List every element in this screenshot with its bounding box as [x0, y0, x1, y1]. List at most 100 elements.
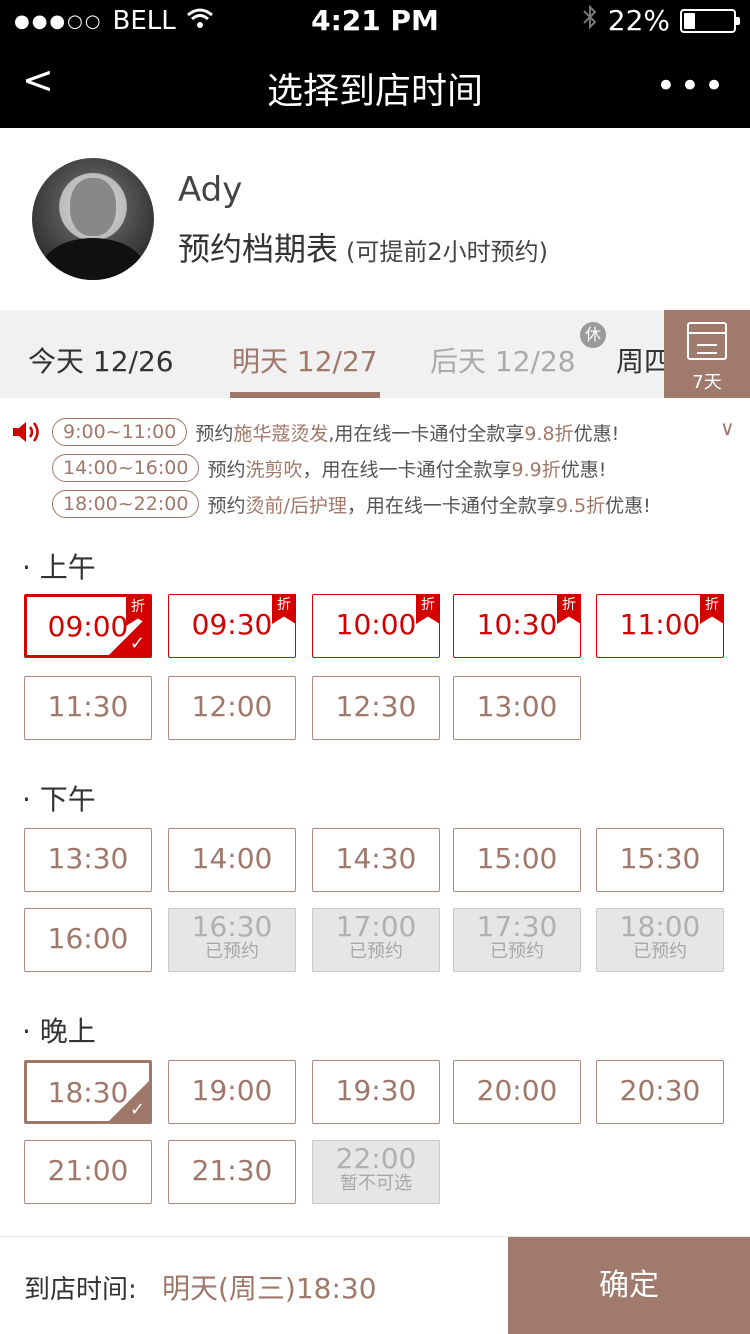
- date-tabs: 今天 12/26 明天 12/27 后天 12/28 周四: [0, 310, 750, 398]
- time-slot[interactable]: 15:30: [596, 828, 724, 892]
- slot-time: 09:30: [191, 608, 273, 641]
- tab-thursday[interactable]: 周四: [616, 340, 664, 380]
- time-slot-booked: 18:00 已预约: [596, 908, 724, 972]
- time-slot[interactable]: 15:00: [453, 828, 581, 892]
- promo-time: 18:00~22:00: [52, 490, 200, 518]
- promo-text: 优惠!: [573, 422, 620, 445]
- tab-today[interactable]: 今天 12/26: [28, 340, 174, 380]
- confirm-button[interactable]: 确定: [508, 1237, 750, 1334]
- promo-text: 优惠!: [605, 494, 651, 517]
- booked-label: 已预约: [205, 941, 259, 962]
- active-tab-indicator: [230, 392, 380, 398]
- promo-line: 9:00~11:00 预约 施华蔻烫发 ,用在线一卡通付全款享 9.8折 优惠!: [52, 416, 619, 448]
- time-slot[interactable]: 14:30: [312, 828, 440, 892]
- nav-bar: < 选择到店时间 •••: [0, 40, 750, 128]
- arrival-time-label: 到店时间:: [24, 1275, 137, 1305]
- calendar-7day-button[interactable]: 7天: [664, 310, 750, 398]
- promo-line: 14:00~16:00 预约 洗剪吹 ，用在线一卡通付全款享 9.9折 优惠!: [52, 452, 606, 484]
- tab-tomorrow[interactable]: 明天 12/27: [232, 340, 378, 380]
- booked-label: 已预约: [490, 941, 544, 962]
- time-slot[interactable]: 18:30 ✓: [24, 1060, 152, 1124]
- avatar-shirt: [42, 238, 144, 280]
- tab-day-after[interactable]: 后天 12/28: [430, 340, 576, 380]
- promo-text: 预约: [195, 422, 234, 445]
- time-slot[interactable]: 20:00: [453, 1060, 581, 1124]
- slot-time: 22:00: [335, 1142, 417, 1175]
- time-slot[interactable]: 09:30 折: [168, 594, 296, 658]
- rest-day-badge: 休: [580, 322, 606, 348]
- discount-tag: 折: [700, 594, 724, 624]
- time-slot-unavailable: 22:00 暂不可选: [312, 1140, 440, 1204]
- more-button[interactable]: •••: [656, 66, 728, 106]
- time-slot-booked: 16:30 已预约: [168, 908, 296, 972]
- slot-time: 17:00: [335, 910, 417, 943]
- slot-time: 16:30: [191, 910, 273, 943]
- time-slot[interactable]: 11:30: [24, 676, 152, 740]
- promo-text: 预约: [207, 494, 246, 517]
- calendar-icon: [687, 322, 727, 360]
- time-slot[interactable]: 13:30: [24, 828, 152, 892]
- promo-text: 优惠!: [560, 458, 607, 481]
- time-slot[interactable]: 10:30 折: [453, 594, 581, 658]
- time-slot[interactable]: 19:30: [312, 1060, 440, 1124]
- time-slot-booked: 17:00 已预约: [312, 908, 440, 972]
- arrival-time-value: 明天(周三)18:30: [162, 1272, 377, 1305]
- promo-discount: 9.5折: [555, 494, 606, 517]
- slot-time: 11:00: [619, 608, 701, 641]
- time-slot[interactable]: 12:30: [312, 676, 440, 740]
- discount-tag: 折: [557, 594, 581, 624]
- battery-percent: 22%: [607, 4, 670, 37]
- promo-text: ,用在线一卡通付全款享: [328, 422, 525, 445]
- slot-time: 17:30: [476, 910, 558, 943]
- status-right: 22%: [582, 4, 740, 37]
- promo-service: 洗剪吹: [245, 458, 303, 481]
- promo-discount: 9.8折: [524, 422, 574, 445]
- time-slot[interactable]: 13:00: [453, 676, 581, 740]
- promo-text: ，用在线一卡通付全款享: [302, 458, 512, 481]
- section-title-morning: · 上午: [22, 551, 96, 584]
- schedule-title-text: 预约档期表: [178, 230, 339, 268]
- promo-line: 18:00~22:00 预约 烫前/后护理 ，用在线一卡通付全款享 9.5折 优惠!: [52, 488, 651, 520]
- time-slot[interactable]: 14:00: [168, 828, 296, 892]
- speaker-icon: [12, 420, 42, 442]
- status-bar: ●●●○○ BELL 4:21 PM 22%: [0, 0, 750, 40]
- stylist-profile: Ady 预约档期表 (可提前2小时预约): [0, 128, 750, 310]
- promo-service: 施华蔻烫发: [233, 422, 329, 445]
- slot-time: 10:30: [476, 608, 558, 641]
- section-title-evening: · 晚上: [22, 1015, 96, 1048]
- expand-promos-icon[interactable]: ∨: [720, 416, 735, 440]
- calendar-label: 7天: [692, 372, 722, 393]
- time-slot[interactable]: 12:00: [168, 676, 296, 740]
- check-icon: ✓: [129, 1099, 145, 1120]
- discount-tag: 折: [416, 594, 440, 624]
- time-slot[interactable]: 11:00 折: [596, 594, 724, 658]
- avatar: [32, 158, 154, 280]
- booked-label: 已预约: [633, 941, 687, 962]
- promo-text: ，用在线一卡通付全款享: [346, 494, 556, 517]
- discount-tag: 折: [272, 594, 296, 624]
- time-slot[interactable]: 21:30: [168, 1140, 296, 1204]
- promo-time: 14:00~16:00: [52, 454, 200, 482]
- promo-service: 烫前/后护理: [245, 494, 347, 517]
- slot-time: 18:00: [619, 910, 701, 943]
- booking-footer: 到店时间: 明天(周三)18:30 确定: [0, 1236, 750, 1334]
- time-slot[interactable]: 21:00: [24, 1140, 152, 1204]
- time-slot[interactable]: 10:00 折: [312, 594, 440, 658]
- schedule-note: (可提前2小时预约): [346, 238, 549, 266]
- promo-time: 9:00~11:00: [52, 418, 188, 446]
- time-slot[interactable]: 16:00: [24, 908, 152, 972]
- time-slot-booked: 17:30 已预约: [453, 908, 581, 972]
- schedule-title: 预约档期表 (可提前2小时预约): [178, 224, 548, 270]
- time-slot[interactable]: 20:30: [596, 1060, 724, 1124]
- page-title: 选择到店时间: [266, 71, 483, 112]
- time-slot[interactable]: 09:00 折 ✓: [24, 594, 152, 658]
- time-slot[interactable]: 19:00: [168, 1060, 296, 1124]
- promo-discount: 9.9折: [511, 458, 561, 481]
- booked-label: 已预约: [349, 941, 403, 962]
- unavailable-label: 暂不可选: [340, 1173, 412, 1194]
- stylist-name: Ady: [178, 170, 243, 210]
- battery-icon: [680, 8, 740, 33]
- avatar-face: [70, 178, 116, 236]
- slot-time: 10:00: [335, 608, 417, 641]
- battery-fill: [684, 12, 695, 29]
